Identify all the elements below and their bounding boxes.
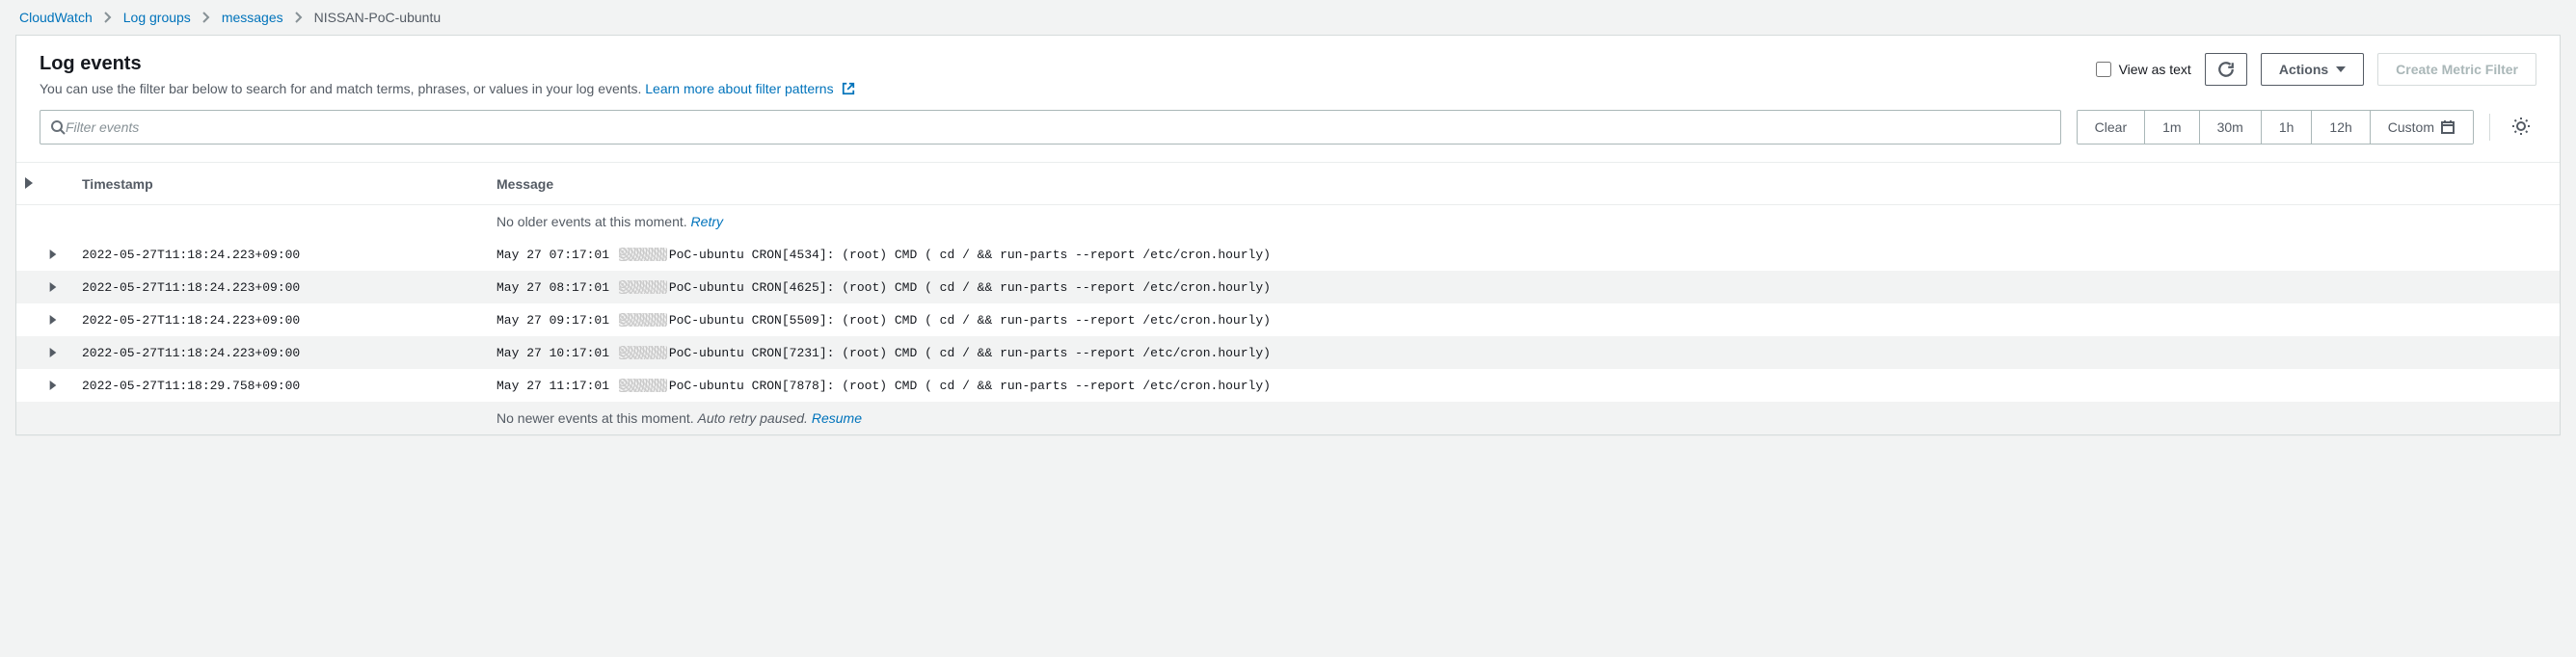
view-as-text-checkbox[interactable]	[2096, 62, 2111, 77]
time-12h-button[interactable]: 12h	[2312, 111, 2370, 144]
table-header: Timestamp Message	[16, 163, 2560, 205]
caret-right-icon	[49, 282, 57, 292]
auto-retry-paused: Auto retry paused.	[698, 410, 812, 426]
log-row[interactable]: 2022-05-27T11:18:29.758+09:00 May 27 11:…	[16, 369, 2560, 402]
filter-row: Clear 1m 30m 1h 12h Custom	[16, 110, 2560, 162]
chevron-right-icon	[104, 12, 112, 23]
refresh-button[interactable]	[2205, 53, 2247, 86]
expand-toggle[interactable]	[24, 315, 82, 325]
divider	[2489, 114, 2490, 141]
timestamp-col-head[interactable]: Timestamp	[82, 176, 496, 192]
table-body: No older events at this moment. Retry 20…	[16, 205, 2560, 434]
retry-link[interactable]: Retry	[691, 214, 723, 229]
settings-button[interactable]	[2506, 111, 2536, 145]
caret-right-icon	[49, 381, 57, 390]
redacted-host	[619, 346, 667, 359]
expand-toggle[interactable]	[24, 250, 82, 259]
message-col-head[interactable]: Message	[496, 176, 2536, 192]
time-range-group: Clear 1m 30m 1h 12h Custom	[2077, 110, 2474, 145]
gear-icon	[2511, 117, 2531, 136]
log-row[interactable]: 2022-05-27T11:18:24.223+09:00 May 27 07:…	[16, 238, 2560, 271]
redacted-host	[619, 280, 667, 294]
timestamp-cell: 2022-05-27T11:18:24.223+09:00	[82, 313, 496, 328]
chevron-right-icon	[202, 12, 210, 23]
no-newer-text: No newer events at this moment.	[496, 410, 698, 426]
time-30m-button[interactable]: 30m	[2200, 111, 2262, 144]
redacted-host	[619, 379, 667, 392]
caret-down-icon	[2336, 66, 2346, 72]
redacted-host	[619, 313, 667, 327]
message-cell: May 27 11:17:01 PoC-ubuntu CRON[7878]: (…	[496, 379, 2536, 393]
expand-col-head[interactable]	[24, 176, 82, 192]
search-wrap[interactable]	[40, 110, 2061, 145]
page-title: Log events	[40, 53, 855, 75]
calendar-icon	[2440, 119, 2455, 135]
search-icon	[50, 119, 66, 135]
message-cell: May 27 09:17:01 PoC-ubuntu CRON[5509]: (…	[496, 313, 2536, 328]
log-row[interactable]: 2022-05-27T11:18:24.223+09:00 May 27 09:…	[16, 303, 2560, 336]
message-cell: May 27 10:17:01 PoC-ubuntu CRON[7231]: (…	[496, 346, 2536, 360]
log-row[interactable]: 2022-05-27T11:18:24.223+09:00 May 27 10:…	[16, 336, 2560, 369]
resume-link[interactable]: Resume	[812, 410, 862, 426]
create-metric-filter-button[interactable]: Create Metric Filter	[2377, 53, 2536, 86]
redacted-host	[619, 248, 667, 261]
timestamp-cell: 2022-05-27T11:18:29.758+09:00	[82, 379, 496, 393]
breadcrumb-link-messages[interactable]: messages	[222, 10, 283, 25]
refresh-icon	[2217, 61, 2235, 78]
expand-toggle[interactable]	[24, 348, 82, 357]
timestamp-cell: 2022-05-27T11:18:24.223+09:00	[82, 280, 496, 295]
learn-more-link[interactable]: Learn more about filter patterns	[645, 81, 854, 96]
filter-events-input[interactable]	[66, 119, 2051, 135]
panel-header: Log events You can use the filter bar be…	[16, 36, 2560, 110]
page-subtitle: You can use the filter bar below to sear…	[40, 81, 855, 96]
breadcrumb: CloudWatch Log groups messages NISSAN-Po…	[0, 0, 2576, 35]
no-older-text: No older events at this moment.	[496, 214, 691, 229]
expand-toggle[interactable]	[24, 381, 82, 390]
time-custom-label: Custom	[2388, 119, 2434, 135]
header-actions: View as text Actions Create Metric Filte…	[2096, 53, 2536, 86]
caret-right-icon	[49, 250, 57, 259]
actions-button[interactable]: Actions	[2261, 53, 2364, 86]
breadcrumb-link-log-groups[interactable]: Log groups	[123, 10, 191, 25]
timestamp-cell: 2022-05-27T11:18:24.223+09:00	[82, 346, 496, 360]
message-cell: May 27 08:17:01 PoC-ubuntu CRON[4625]: (…	[496, 280, 2536, 295]
breadcrumb-link-cloudwatch[interactable]: CloudWatch	[19, 10, 93, 25]
time-custom-button[interactable]: Custom	[2371, 111, 2473, 144]
view-as-text-label: View as text	[2119, 62, 2191, 77]
breadcrumb-current: NISSAN-PoC-ubuntu	[314, 10, 442, 25]
actions-label: Actions	[2279, 62, 2328, 77]
caret-right-icon	[49, 315, 57, 325]
subtitle-text: You can use the filter bar below to sear…	[40, 81, 645, 96]
time-clear-button[interactable]: Clear	[2078, 111, 2145, 144]
no-newer-row: No newer events at this moment. Auto ret…	[16, 402, 2560, 434]
view-as-text-toggle[interactable]: View as text	[2096, 62, 2191, 77]
chevron-right-icon	[295, 12, 303, 23]
caret-right-icon	[24, 177, 34, 189]
panel-title-block: Log events You can use the filter bar be…	[40, 53, 855, 96]
time-1m-button[interactable]: 1m	[2145, 111, 2199, 144]
expand-toggle[interactable]	[24, 282, 82, 292]
log-row[interactable]: 2022-05-27T11:18:24.223+09:00 May 27 08:…	[16, 271, 2560, 303]
log-events-panel: Log events You can use the filter bar be…	[15, 35, 2561, 435]
message-cell: May 27 07:17:01 PoC-ubuntu CRON[4534]: (…	[496, 248, 2536, 262]
no-older-row: No older events at this moment. Retry	[16, 205, 2560, 238]
log-table: Timestamp Message No older events at thi…	[16, 162, 2560, 434]
caret-right-icon	[49, 348, 57, 357]
external-link-icon	[842, 82, 855, 95]
timestamp-cell: 2022-05-27T11:18:24.223+09:00	[82, 248, 496, 262]
learn-more-label: Learn more about filter patterns	[645, 81, 833, 96]
time-1h-button[interactable]: 1h	[2262, 111, 2313, 144]
